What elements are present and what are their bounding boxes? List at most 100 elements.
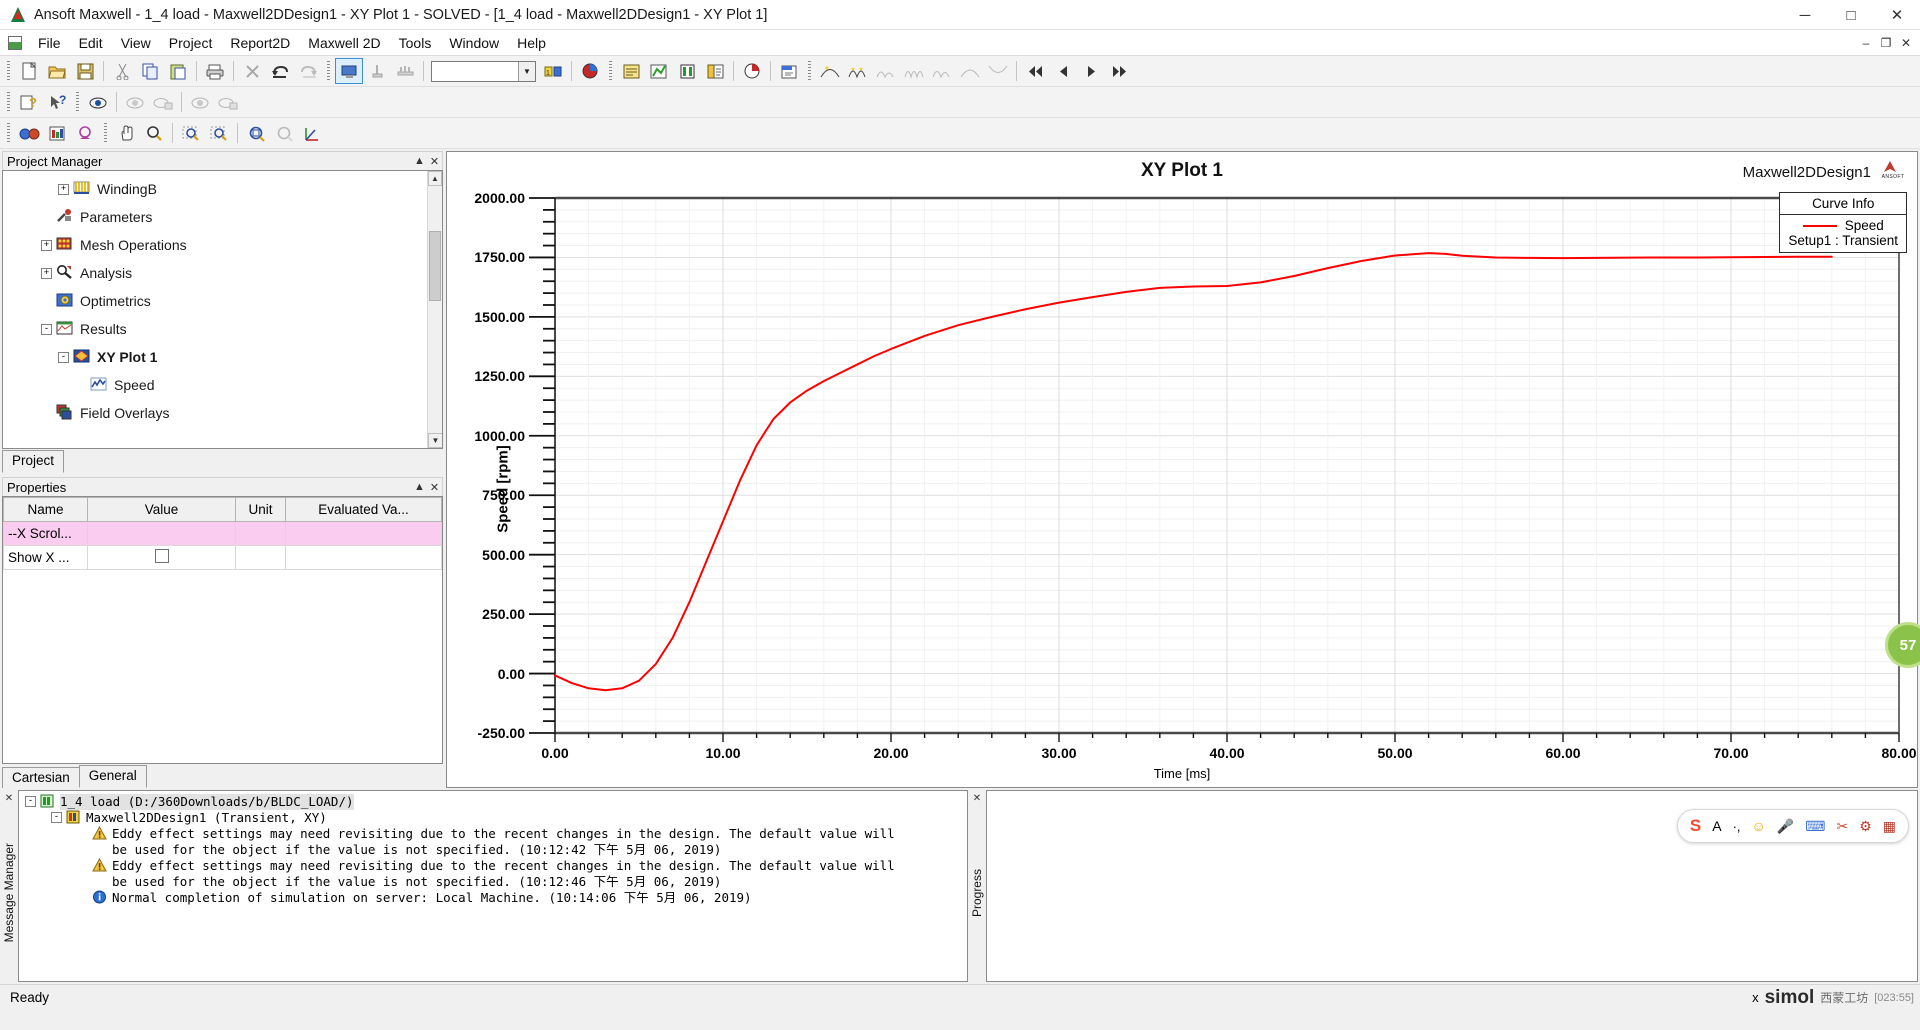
- menu-view[interactable]: View: [112, 32, 160, 54]
- scrollbar-thumb[interactable]: [429, 231, 441, 301]
- last-icon[interactable]: [1106, 59, 1132, 83]
- maximize-button[interactable]: □: [1828, 0, 1874, 30]
- menu-help[interactable]: Help: [508, 32, 555, 54]
- properties-row[interactable]: Show X ...: [3, 545, 442, 570]
- column-evaluated[interactable]: Evaluated Va...: [285, 497, 442, 522]
- menu-file[interactable]: File: [29, 32, 70, 54]
- collapse-icon[interactable]: -: [25, 796, 36, 807]
- mdi-restore-button[interactable]: ❐: [1876, 36, 1896, 50]
- save-icon[interactable]: [72, 59, 98, 83]
- property-value[interactable]: [87, 545, 236, 570]
- target-icon[interactable]: [72, 121, 98, 145]
- tab-project[interactable]: Project: [2, 450, 65, 473]
- menu-report2d[interactable]: Report2D: [221, 32, 299, 54]
- message-row[interactable]: Eddy effect settings may need revisiting…: [21, 826, 965, 858]
- curve-shape-5-icon[interactable]: [929, 59, 955, 83]
- close-icon[interactable]: ✕: [427, 481, 442, 494]
- check-plot-icon[interactable]: [646, 59, 672, 83]
- first-icon[interactable]: [1022, 59, 1048, 83]
- ime-logo-icon[interactable]: S: [1690, 816, 1701, 836]
- pie-chart-icon[interactable]: [577, 59, 603, 83]
- curve-shape-1-icon[interactable]: [817, 59, 843, 83]
- close-icon[interactable]: ✕: [5, 793, 13, 804]
- copy-icon[interactable]: [137, 59, 163, 83]
- toolbar-grip[interactable]: [102, 123, 109, 143]
- bar-plot-icon[interactable]: [674, 59, 700, 83]
- close-icon[interactable]: ✕: [427, 155, 442, 168]
- ime-punctuation-icon[interactable]: ·,: [1733, 819, 1741, 834]
- toolbar-grip[interactable]: [806, 61, 813, 81]
- zoom-in-box-icon[interactable]: [178, 121, 204, 145]
- tree-item-speed[interactable]: Speed: [7, 371, 442, 399]
- message-row[interactable]: Eddy effect settings may need revisiting…: [21, 858, 965, 890]
- curve-shape-2-icon[interactable]: [845, 59, 871, 83]
- toolbar-grip[interactable]: [5, 123, 12, 143]
- tree-item-results[interactable]: - Results: [7, 315, 442, 343]
- report-icon[interactable]: [618, 59, 644, 83]
- xy-plot-window[interactable]: XY Plot 1 Maxwell2DDesign1 ANSOFT Speed …: [446, 151, 1920, 788]
- ime-apps-icon[interactable]: ⚙: [1859, 818, 1872, 835]
- message-row[interactable]: - Maxwell2DDesign1 (Transient, XY): [21, 810, 965, 826]
- curve-shape-4-icon[interactable]: [901, 59, 927, 83]
- pan-icon[interactable]: [113, 121, 139, 145]
- plot-canvas[interactable]: [447, 190, 1917, 787]
- delete-icon[interactable]: [239, 59, 265, 83]
- property-checkbox[interactable]: [154, 549, 169, 563]
- show-objects-icon[interactable]: [187, 90, 213, 114]
- next-icon[interactable]: [1078, 59, 1104, 83]
- hide-all-icon[interactable]: [150, 90, 176, 114]
- ime-mode-a-icon[interactable]: A: [1712, 818, 1721, 834]
- tab-general[interactable]: General: [78, 765, 147, 788]
- menu-tools[interactable]: Tools: [390, 32, 441, 54]
- menu-window[interactable]: Window: [440, 32, 508, 54]
- tree-item-windingb[interactable]: + WindingB: [7, 175, 442, 203]
- column-unit[interactable]: Unit: [235, 497, 286, 522]
- ime-grid-icon[interactable]: ▦: [1883, 818, 1896, 835]
- prev-icon[interactable]: [1050, 59, 1076, 83]
- menu-edit[interactable]: Edit: [70, 32, 112, 54]
- close-icon[interactable]: ✕: [973, 793, 981, 804]
- render-icon[interactable]: [16, 121, 42, 145]
- show-all-icon[interactable]: [85, 90, 111, 114]
- curve-shape-6-icon[interactable]: [957, 59, 983, 83]
- solution-combobox[interactable]: ▼: [431, 60, 536, 82]
- scroll-down-icon[interactable]: ▼: [428, 433, 442, 448]
- chart-legend[interactable]: Curve Info Speed Setup1 : Transient: [1779, 192, 1907, 253]
- redo-icon[interactable]: [295, 59, 321, 83]
- properties-row[interactable]: --X Scrol...: [3, 521, 442, 546]
- tab-cartesian[interactable]: Cartesian: [2, 767, 80, 788]
- curve-shape-7-icon[interactable]: [985, 59, 1011, 83]
- axes-icon[interactable]: [299, 121, 325, 145]
- toolbar-grip[interactable]: [74, 92, 81, 112]
- expand-icon[interactable]: +: [41, 239, 52, 251]
- tree-item-parameters[interactable]: Parameters: [7, 203, 442, 231]
- analyze-icon[interactable]: [392, 59, 418, 83]
- toolbar-grip[interactable]: [325, 61, 332, 81]
- ime-toolbar[interactable]: S A ·, ☺ 🎤 ⌨ ✂ ⚙ ▦: [1676, 809, 1909, 843]
- message-manager-list[interactable]: - 1_4 load (D:/360Downloads/b/BLDC_LOAD/)…: [18, 790, 968, 982]
- pin-icon[interactable]: ▲: [412, 155, 427, 167]
- new-icon[interactable]: [16, 59, 42, 83]
- validate-icon[interactable]: [364, 59, 390, 83]
- ime-voice-icon[interactable]: 🎤: [1777, 818, 1794, 835]
- property-value[interactable]: [87, 521, 236, 546]
- show-selection-icon[interactable]: [215, 90, 241, 114]
- undo-icon[interactable]: [267, 59, 293, 83]
- minimize-button[interactable]: ─: [1782, 0, 1828, 30]
- mdi-close-button[interactable]: ✕: [1896, 36, 1916, 50]
- export-icon[interactable]: [776, 59, 802, 83]
- curve-shape-3-icon[interactable]: [873, 59, 899, 83]
- print-icon[interactable]: [202, 59, 228, 83]
- tree-item-field-overlays[interactable]: Field Overlays: [7, 399, 442, 427]
- open-icon[interactable]: [44, 59, 70, 83]
- expand-icon[interactable]: +: [58, 183, 69, 195]
- plot-area[interactable]: Speed [rpm] Time [ms] 2000.00 1750.00 1500…: [447, 190, 1917, 787]
- toolbar-grip[interactable]: [607, 61, 614, 81]
- desktop-icon[interactable]: [335, 58, 363, 84]
- ime-tools-icon[interactable]: ✂: [1836, 818, 1848, 835]
- ime-keyboard-icon[interactable]: ⌨: [1805, 818, 1825, 835]
- toolbar-grip[interactable]: [5, 61, 12, 81]
- tree-item-mesh-operations[interactable]: + Mesh Operations: [7, 231, 442, 259]
- status-close-mark[interactable]: x: [1752, 990, 1759, 1005]
- expand-icon[interactable]: +: [41, 267, 52, 279]
